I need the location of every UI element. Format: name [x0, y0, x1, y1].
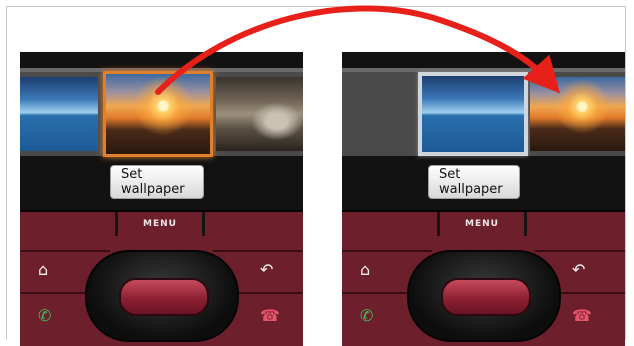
arrow-curve: [155, 5, 561, 95]
transition-arrow: [155, 5, 561, 95]
